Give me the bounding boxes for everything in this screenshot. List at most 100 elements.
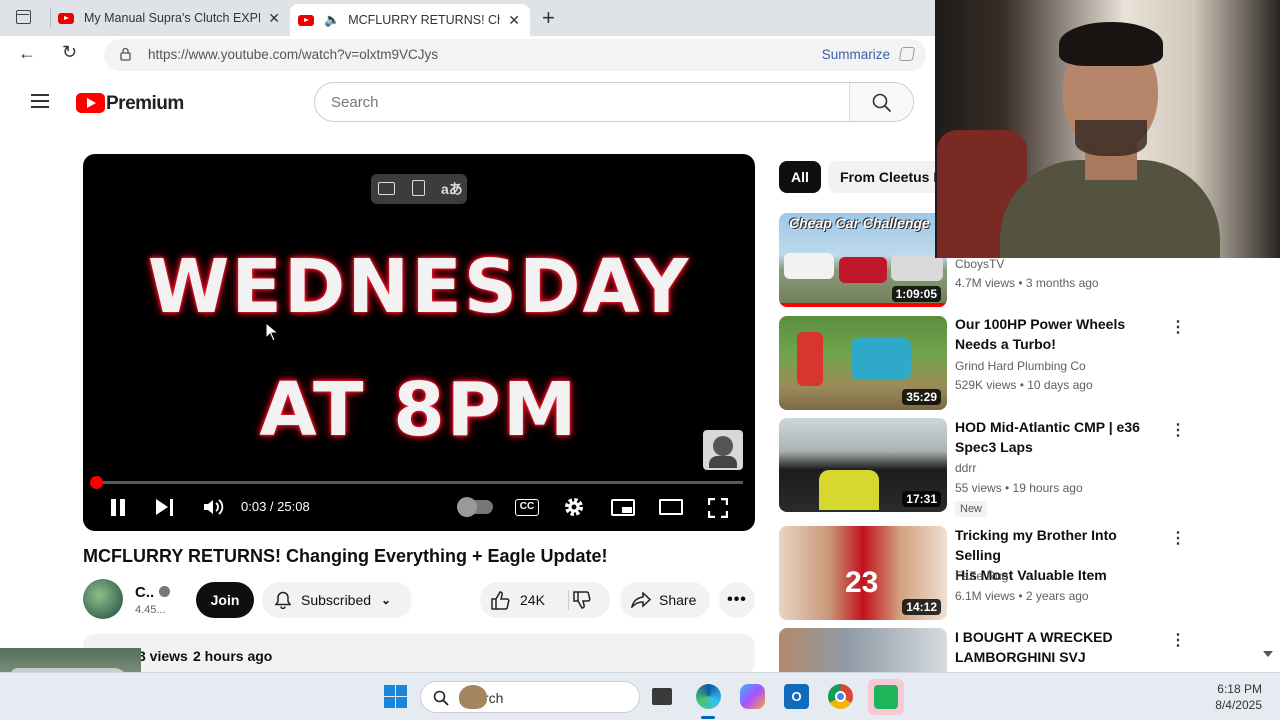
- new-tab-plus-icon[interactable]: +: [542, 5, 555, 31]
- rec-channel[interactable]: Grind Hard Plumbing Co: [955, 359, 1086, 373]
- system-clock[interactable]: 6:18 PM 8/4/2025: [1215, 681, 1262, 713]
- video-player[interactable]: aあ WEDNESDAY AT 8PM 0:03 / 25:08 CC: [83, 154, 755, 531]
- browser-tab-supra-clutch[interactable]: My Manual Supra's Clutch EXPLODED ✕: [50, 4, 288, 32]
- copilot-icon[interactable]: [898, 47, 916, 61]
- rec-thumbnail[interactable]: 23 14:12: [779, 526, 947, 620]
- captions-button[interactable]: CC: [515, 499, 539, 516]
- close-tab-icon[interactable]: ✕: [508, 12, 520, 29]
- close-tab-icon[interactable]: ✕: [268, 10, 280, 27]
- mouse-cursor-icon: [265, 322, 279, 342]
- tab-actions-icon[interactable]: [16, 10, 31, 24]
- active-app-indicator: [701, 716, 715, 719]
- search-button[interactable]: [849, 83, 913, 121]
- browser-tab-strip: My Manual Supra's Clutch EXPLODED ✕ 🔈 MC…: [0, 0, 935, 36]
- back-arrow-icon[interactable]: ←: [18, 43, 36, 64]
- miniplayer-icon[interactable]: [611, 499, 635, 516]
- chip-label: From Cleetus M: [840, 169, 935, 185]
- duration-badge: 1:09:05: [891, 286, 941, 302]
- rec-channel[interactable]: FaZe Rug: [955, 569, 1008, 583]
- duration-badge: 35:29: [902, 389, 941, 405]
- hamburger-menu-icon[interactable]: [31, 94, 49, 108]
- settings-gear-icon[interactable]: [563, 496, 585, 518]
- chrome-icon[interactable]: [828, 684, 853, 709]
- volume-icon[interactable]: [202, 497, 224, 517]
- scroll-down-arrow-icon[interactable]: [1263, 651, 1273, 657]
- more-actions-button[interactable]: •••: [719, 582, 755, 618]
- outlook-icon[interactable]: O: [784, 684, 809, 709]
- rec-meta: 4.7M views • 3 months ago: [955, 276, 1099, 290]
- rec-thumbnail[interactable]: [779, 628, 947, 672]
- youtube-logo-icon[interactable]: [76, 93, 105, 113]
- pause-icon[interactable]: [110, 499, 126, 516]
- like-count: 24K: [520, 592, 545, 608]
- browser-tab-mcflurry[interactable]: 🔈 MCFLURRY RETURNS! Changing Everything …: [290, 4, 530, 36]
- rec-thumbnail[interactable]: 35:29: [779, 316, 947, 410]
- duration-badge: 17:31: [902, 491, 941, 507]
- webcam-overlay: [935, 0, 1280, 258]
- transcript-icon[interactable]: [412, 180, 425, 196]
- recorder-app-icon[interactable]: [868, 679, 904, 715]
- tab-title: MCFLURRY RETURNS! Changing Everything: [348, 13, 500, 27]
- more-vertical-icon[interactable]: ⋮: [1170, 317, 1186, 337]
- theater-mode-icon[interactable]: [659, 499, 683, 515]
- rec-thumbnail[interactable]: 17:31: [779, 418, 947, 512]
- speaker-icon[interactable]: 🔈: [324, 12, 340, 28]
- copilot-app-icon[interactable]: [740, 684, 765, 709]
- description-box[interactable]: 3 views 2 hours ago: [83, 634, 755, 674]
- next-video-icon[interactable]: [156, 499, 174, 516]
- more-vertical-icon[interactable]: ⋮: [1170, 528, 1186, 548]
- lock-icon[interactable]: [120, 47, 131, 61]
- youtube-premium-logo-text[interactable]: Premium: [106, 93, 184, 115]
- enhance-video-icon[interactable]: [378, 182, 395, 195]
- more-vertical-icon[interactable]: ⋮: [1170, 420, 1186, 440]
- join-button[interactable]: Join: [196, 582, 254, 618]
- taskbar-search[interactable]: Search: [420, 681, 640, 713]
- share-icon: [631, 592, 651, 608]
- channel-avatar[interactable]: [83, 579, 123, 619]
- edge-browser-icon[interactable]: [696, 684, 721, 709]
- address-bar-row: ← ↻ https://www.youtube.com/watch?v=olxt…: [0, 36, 935, 74]
- windows-taskbar: Search O 6:18 PM 8/4/2025: [0, 672, 1280, 720]
- chip-all[interactable]: All: [779, 161, 821, 193]
- like-dislike-group: 24K: [480, 582, 610, 618]
- summarize-button[interactable]: Summarize: [822, 47, 890, 62]
- share-button[interactable]: Share: [620, 582, 710, 618]
- youtube-search-input[interactable]: Search: [314, 82, 914, 122]
- rec-title[interactable]: I BOUGHT A WRECKED LAMBORGHINI SVJ: [955, 627, 1160, 667]
- rec-title[interactable]: HOD Mid-Atlantic CMP | e36 Spec3 Laps: [955, 417, 1160, 457]
- chevron-down-icon: ⌄: [381, 593, 392, 607]
- search-placeholder: Search: [331, 94, 379, 111]
- channel-watermark[interactable]: [703, 430, 743, 470]
- video-title: MCFLURRY RETURNS! Changing Everything + …: [83, 546, 608, 566]
- rec-meta: 529K views • 10 days ago: [955, 378, 1093, 392]
- refresh-icon[interactable]: ↻: [62, 42, 77, 63]
- rec-title[interactable]: Our 100HP Power Wheels Needs a Turbo!: [955, 314, 1160, 354]
- rec-meta: 55 views • 19 hours ago: [955, 481, 1083, 495]
- chip-from-channel[interactable]: From Cleetus M: [828, 161, 935, 193]
- rec-channel[interactable]: ddrr: [955, 461, 976, 475]
- fullscreen-icon[interactable]: [708, 498, 728, 518]
- subscribed-button[interactable]: Subscribed ⌄: [262, 582, 412, 618]
- rec-channel[interactable]: CboysTV: [955, 257, 1004, 271]
- file-explorer-icon[interactable]: [652, 688, 672, 705]
- thumbs-down-icon[interactable]: [572, 591, 592, 609]
- translate-icon[interactable]: aあ: [441, 179, 463, 199]
- rec-meta: 6.1M views • 2 years ago: [955, 589, 1089, 603]
- search-icon: [872, 93, 892, 113]
- rec-thumbnail[interactable]: Cheap Car Challenge 1:09:05: [779, 213, 947, 307]
- windows-start-icon[interactable]: [384, 685, 407, 708]
- like-button[interactable]: 24K: [480, 590, 545, 610]
- progress-bar[interactable]: [90, 476, 743, 489]
- clock-time: 6:18 PM: [1217, 682, 1262, 696]
- share-label: Share: [659, 592, 697, 608]
- rec-title-line: HOD Mid-Atlantic CMP | e36: [955, 419, 1140, 435]
- channel-name[interactable]: C..: [135, 584, 154, 601]
- youtube-favicon-icon: [58, 12, 74, 24]
- more-vertical-icon[interactable]: ⋮: [1170, 630, 1186, 650]
- url-field[interactable]: https://www.youtube.com/watch?v=olxtm9VC…: [104, 39, 926, 71]
- tab-title: My Manual Supra's Clutch EXPLODED: [84, 11, 260, 25]
- webcam-person-beard: [1075, 120, 1147, 156]
- scrubber-handle[interactable]: [90, 476, 104, 489]
- new-badge: New: [955, 501, 988, 517]
- autoplay-toggle[interactable]: [457, 497, 493, 517]
